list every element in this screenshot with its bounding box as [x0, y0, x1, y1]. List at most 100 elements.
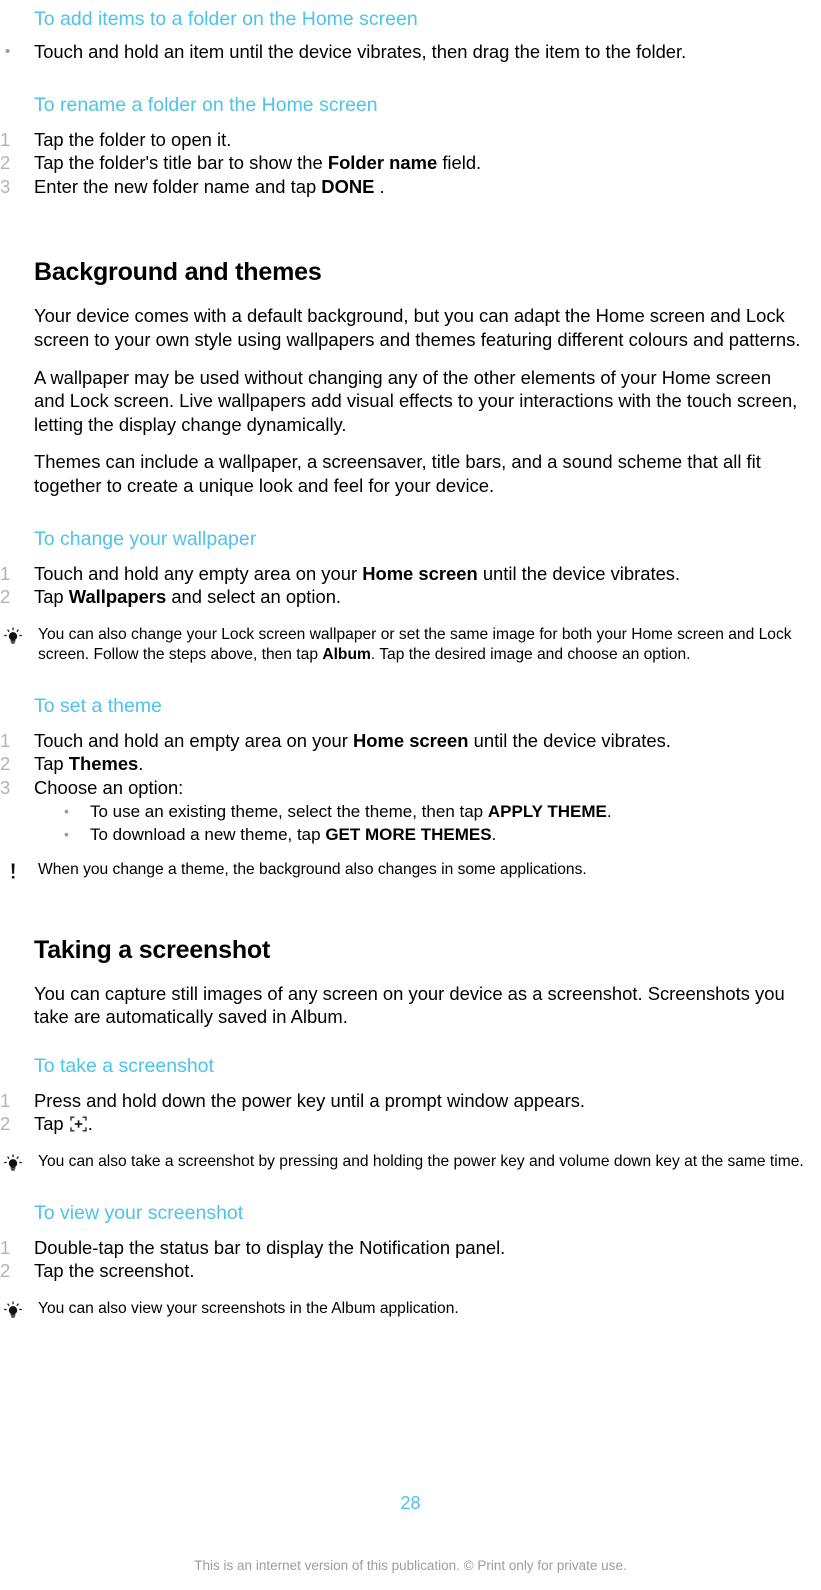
page-content: To add items to a folder on the Home scr… [0, 0, 821, 1319]
paragraph: Themes can include a wallpaper, a screen… [34, 451, 761, 496]
list-take-screenshot-steps: 1 Press and hold down the power key unti… [0, 1089, 821, 1136]
list-change-wallpaper-steps: 1 Touch and hold any empty area on your … [0, 562, 821, 609]
substep-text-part: To use an existing theme, select the the… [90, 801, 488, 821]
ui-label-folder-name: Folder name [327, 152, 438, 174]
heading-take-a-screenshot: To take a screenshot [34, 1054, 214, 1077]
step-number: 1 [0, 1089, 11, 1111]
step-text-part: field. [437, 152, 482, 174]
ui-label-get-more-themes: GET MORE THEMES [325, 824, 492, 844]
list-item: 3 Choose an option: • To use an existing… [0, 776, 821, 846]
bullet-marker: • [64, 825, 69, 842]
list-item: • To use an existing theme, select the t… [34, 800, 809, 823]
bullet-marker: • [5, 43, 11, 60]
tip-callout-wallpaper: You can also change your Lock screen wal… [0, 625, 821, 665]
step-number: 1 [0, 128, 11, 150]
step-text-part: . [138, 753, 144, 775]
list-theme-options: • To use an existing theme, select the t… [34, 800, 809, 846]
step-text-part: Tap [34, 1113, 69, 1135]
tip-text: You can also take a screenshot by pressi… [38, 1152, 804, 1170]
list-item: 2 Tap Themes. [0, 752, 821, 776]
tip-text: You can also change your Lock screen wal… [38, 625, 815, 665]
page-title-taking-a-screenshot: Taking a screenshot [34, 935, 271, 964]
paragraph: A wallpaper may be used without changing… [34, 366, 798, 435]
ui-label-home-screen: Home screen [362, 562, 478, 584]
paragraph: Your device comes with a default backgro… [34, 305, 801, 350]
list-item: • To download a new theme, tap GET MORE … [34, 823, 809, 846]
footer-copyright-note: This is an internet version of this publ… [194, 1558, 627, 1573]
tip-callout-take-screenshot: You can also take a screenshot by pressi… [0, 1152, 821, 1172]
step-number: 1 [0, 1236, 11, 1258]
step-text-part: Tap the folder's title bar to show the [34, 152, 328, 174]
note-text: When you change a theme, the background … [38, 860, 587, 878]
list-rename-folder-steps: 1 Tap the folder to open it. 2 Tap the f… [0, 128, 821, 199]
exclamation-icon [0, 861, 26, 881]
step-text-part: Touch and hold any empty area on your [34, 562, 363, 584]
substep-text-part: . [606, 801, 612, 821]
step-text-part: Tap [34, 586, 69, 608]
lightbulb-icon [0, 626, 26, 646]
ui-label-home-screen: Home screen [352, 729, 469, 751]
step-text-part: . [374, 175, 385, 197]
list-item: 1 Touch and hold any empty area on your … [0, 562, 821, 586]
list-view-screenshot-steps: 1 Double-tap the status bar to display t… [0, 1236, 821, 1283]
ui-label-wallpapers: Wallpapers [68, 586, 167, 608]
tip-text-part: . Tap the desired image and choose an op… [370, 645, 691, 663]
heading-set-a-theme: To set a theme [34, 694, 162, 717]
step-number: 3 [0, 776, 11, 798]
step-number: 2 [0, 586, 11, 608]
list-item: 2 Tap . [0, 1112, 821, 1136]
step-text-part: until the device vibrates. [477, 562, 681, 584]
screenshot-capture-icon [70, 1114, 87, 1132]
paragraph: You can capture still images of any scre… [34, 982, 785, 1028]
list-item: • Touch and hold an item until the devic… [0, 40, 821, 64]
list-item: 1 Touch and hold an empty area on your H… [0, 729, 821, 753]
list-set-theme-steps: 1 Touch and hold an empty area on your H… [0, 729, 821, 846]
page-title-background-and-themes: Background and themes [34, 258, 322, 287]
step-text-part: Tap [34, 753, 69, 775]
substep-text-part: . [491, 824, 497, 844]
list-item: 1 Double-tap the status bar to display t… [0, 1236, 821, 1260]
step-text: Choose an option: [34, 776, 184, 798]
step-text: Tap the folder to open it. [34, 128, 232, 150]
step-number: 2 [0, 1113, 11, 1135]
note-callout-theme-change: When you change a theme, the background … [0, 860, 821, 880]
heading-change-wallpaper: To change your wallpaper [34, 527, 257, 550]
step-text-part: Touch and hold an empty area on your [34, 729, 353, 751]
tip-text: You can also view your screenshots in th… [38, 1300, 459, 1318]
step-text: Touch and hold an item until the device … [34, 41, 687, 62]
bullet-marker: • [64, 802, 69, 819]
step-number: 2 [0, 1260, 11, 1282]
list-item: 1 Press and hold down the power key unti… [0, 1089, 821, 1113]
lightbulb-icon [0, 1300, 26, 1320]
step-text-part: and select an option. [166, 586, 342, 608]
step-text: Press and hold down the power key until … [34, 1089, 586, 1111]
step-text: Double-tap the status bar to display the… [34, 1236, 506, 1258]
heading-add-items-to-folder: To add items to a folder on the Home scr… [34, 8, 418, 30]
manual-page: To add items to a folder on the Home scr… [0, 0, 821, 1590]
step-number: 1 [0, 562, 11, 584]
step-number: 2 [0, 152, 11, 174]
step-number: 1 [0, 729, 11, 751]
step-text-part: until the device vibrates. [468, 729, 671, 751]
ui-label-album: Album [322, 645, 371, 663]
step-text-part: Enter the new folder name and tap [34, 175, 322, 197]
list-item: 2 Tap Wallpapers and select an option. [0, 585, 821, 609]
heading-view-your-screenshot: To view your screenshot [34, 1201, 244, 1224]
substep-text-part: To download a new theme, tap [90, 824, 326, 844]
ui-label-themes: Themes [68, 753, 139, 775]
lightbulb-icon [0, 1153, 26, 1173]
list-item: 1 Tap the folder to open it. [0, 128, 821, 152]
page-number: 28 [400, 1493, 421, 1513]
ui-label-apply-theme: APPLY THEME [487, 801, 607, 821]
list-add-items-steps: • Touch and hold an item until the devic… [0, 40, 821, 64]
tip-callout-view-screenshot: You can also view your screenshots in th… [0, 1299, 821, 1319]
heading-rename-folder: To rename a folder on the Home screen [34, 93, 378, 116]
list-item: 2 Tap the folder's title bar to show the… [0, 151, 821, 175]
step-number: 2 [0, 753, 11, 775]
step-number: 3 [0, 175, 11, 197]
step-text-part: . [87, 1113, 93, 1135]
list-item: 3 Enter the new folder name and tap DONE… [0, 175, 821, 199]
ui-label-done: DONE [321, 175, 375, 197]
list-item: 2 Tap the screenshot. [0, 1259, 821, 1283]
step-text: Tap the screenshot. [34, 1260, 195, 1282]
